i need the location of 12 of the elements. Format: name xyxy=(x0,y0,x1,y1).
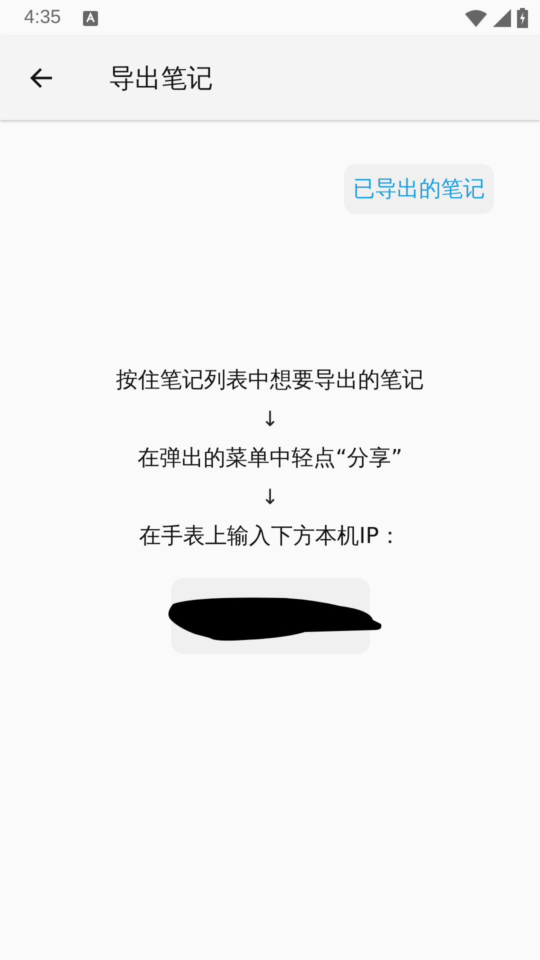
instruction-step: 在弹出的菜单中轻点“分享” xyxy=(138,439,402,478)
signal-icon xyxy=(493,9,511,27)
exported-notes-button[interactable]: 已导出的笔记 xyxy=(344,164,494,214)
page-title: 导出笔记 xyxy=(109,62,213,96)
wifi-icon xyxy=(465,10,487,26)
down-arrow: ↓ xyxy=(261,484,279,511)
instruction-step: 在手表上输入下方本机IP： xyxy=(139,517,401,556)
battery-charging-icon xyxy=(517,8,528,28)
down-arrow: ↓ xyxy=(261,406,279,433)
status-time: 4:35 xyxy=(24,7,61,29)
keyboard-letter-icon xyxy=(82,10,98,26)
instruction-step: 按住笔记列表中想要导出的笔记 xyxy=(116,361,424,400)
